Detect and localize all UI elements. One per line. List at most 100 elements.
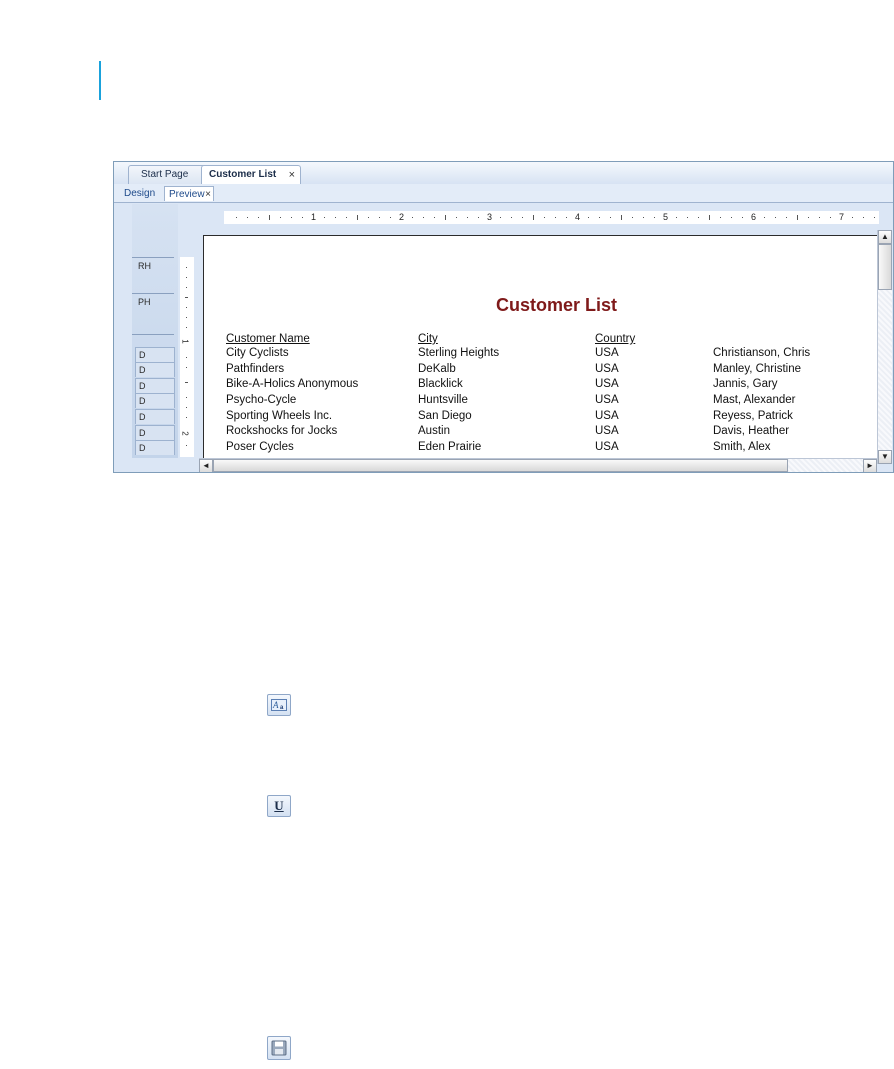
cell-contact[interactable]: Reyess, Patrick [713,410,793,422]
column-header-city[interactable]: City [418,333,438,345]
report-title: Customer List [496,295,618,315]
close-icon[interactable]: × [205,187,211,202]
cell-country[interactable]: USA [595,363,619,375]
tab-customer-list-label: Customer List [209,169,277,180]
cell-contact[interactable]: Davis, Heather [713,425,789,437]
vertical-scrollbar[interactable]: ▲ ▼ [877,230,892,464]
ruler-tick [186,367,187,368]
column-header-customer-name[interactable]: Customer Name [226,333,310,345]
cell-customer-name[interactable]: Rockshocks for Jocks [226,425,337,437]
cell-country[interactable]: USA [595,347,619,359]
cell-country[interactable]: USA [595,378,619,390]
cell-contact[interactable]: Mast, Alexander [713,394,795,406]
tab-start-page[interactable]: Start Page [128,165,206,184]
cell-city[interactable]: Sterling Heights [418,347,499,359]
close-icon[interactable]: × [289,166,295,184]
ruler-tick [186,327,187,328]
ruler-tick [186,445,187,446]
scroll-left-button[interactable]: ◄ [199,459,213,472]
ruler-tick [324,217,325,218]
cell-country[interactable]: USA [595,394,619,406]
horizontal-scroll-thumb[interactable] [213,459,788,472]
save-icon [271,1040,287,1056]
underline-button[interactable]: U [267,795,291,817]
section-divider [132,293,174,294]
ruler-tick [599,217,600,218]
ruler-number: 3 [487,212,493,222]
section-detail-label[interactable]: D [135,378,175,393]
ruler-number: 1 [311,212,317,222]
ruler-tick [186,407,187,408]
section-detail-label[interactable]: D [135,440,175,455]
ruler-tick [808,217,809,218]
cell-country[interactable]: USA [595,410,619,422]
vertical-ruler: 1 2 [180,257,194,457]
ruler-number: 4 [575,212,581,222]
tab-design-label: Design [124,188,156,199]
save-button[interactable] [267,1036,291,1060]
cell-customer-name[interactable]: City Cyclists [226,347,289,359]
report-preview-page: Customer List Customer Name City Country… [203,235,877,472]
cell-customer-name[interactable]: Psycho-Cycle [226,394,296,406]
section-detail-label[interactable]: D [135,347,175,362]
horizontal-scrollbar[interactable]: ◄ ► [199,458,877,472]
section-panel: RH PH D D D D D D D [132,204,178,458]
ruler-tick [346,217,347,218]
section-detail-label[interactable]: D [135,393,175,408]
cell-customer-name[interactable]: Sporting Wheels Inc. [226,410,332,422]
ruler-tick [186,267,187,268]
cell-contact[interactable]: Christianson, Chris [713,347,810,359]
cell-city[interactable]: Huntsville [418,394,468,406]
cell-customer-name[interactable]: Poser Cycles [226,441,294,453]
cell-contact[interactable]: Smith, Alex [713,441,771,453]
ruler-tick [863,217,864,218]
ruler-tick [764,217,765,218]
ruler-tick [643,217,644,218]
cell-country[interactable]: USA [595,425,619,437]
ruler-tick [186,357,187,358]
vertical-scroll-thumb[interactable] [878,244,892,290]
scroll-up-button[interactable]: ▲ [878,230,892,244]
section-detail-label[interactable]: D [135,425,175,440]
ruler-tick [390,217,391,218]
cell-city[interactable]: Austin [418,425,450,437]
cell-country[interactable]: USA [595,441,619,453]
ruler-tick [720,217,721,218]
ruler-number: 1 [180,339,190,344]
text-object-button[interactable]: A a [267,694,291,716]
cell-city[interactable]: DeKalb [418,363,456,375]
tab-design[interactable]: Design [120,186,159,201]
ruler-tick [709,215,710,220]
cell-contact[interactable]: Jannis, Gary [713,378,778,390]
cell-customer-name[interactable]: Pathfinders [226,363,284,375]
cell-city[interactable]: Blacklick [418,378,463,390]
ruler-tick [186,417,187,418]
ruler-tick [280,217,281,218]
ruler-tick [819,217,820,218]
section-detail-label[interactable]: D [135,409,175,424]
cell-contact[interactable]: Manley, Christine [713,363,801,375]
tab-preview[interactable]: Preview × [164,186,214,201]
ruler-tick [247,217,248,218]
cell-city[interactable]: Eden Prairie [418,441,481,453]
ruler-tick [379,217,380,218]
scroll-right-button[interactable]: ► [863,459,877,472]
column-header-country[interactable]: Country [595,333,635,345]
ruler-tick [522,217,523,218]
ruler-tick [302,217,303,218]
section-detail-label[interactable]: D [135,362,175,377]
ruler-tick [368,217,369,218]
ruler-tick [291,217,292,218]
cell-city[interactable]: San Diego [418,410,472,422]
scroll-down-button[interactable]: ▼ [878,450,892,464]
ruler-tick [742,217,743,218]
section-report-header-label[interactable]: RH [138,261,151,271]
section-page-header-label[interactable]: PH [138,297,151,307]
ruler-tick [236,217,237,218]
tab-start-page-label: Start Page [141,169,189,180]
ruler-tick [566,217,567,218]
ruler-tick [434,217,435,218]
tab-customer-list[interactable]: Customer List × [201,165,301,184]
margin-change-bar [99,61,101,100]
cell-customer-name[interactable]: Bike-A-Holics Anonymous [226,378,358,390]
